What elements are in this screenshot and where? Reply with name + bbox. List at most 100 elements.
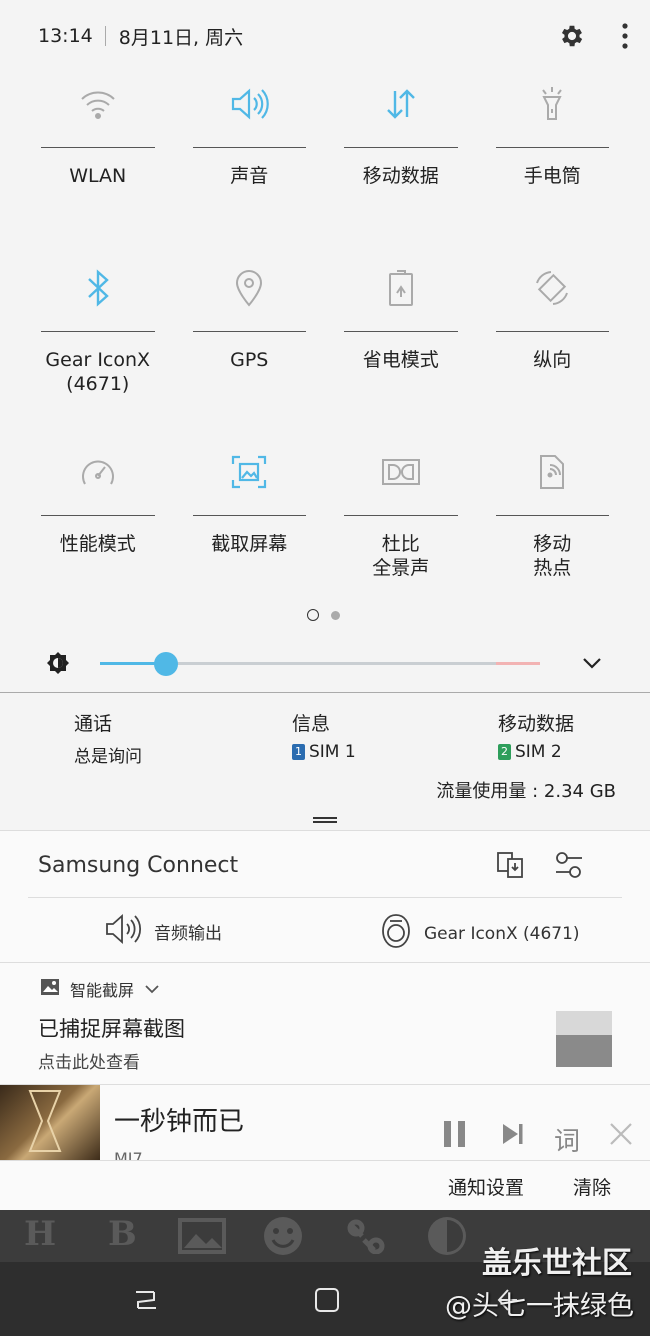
sim-data-title: 移动数据 <box>498 713 575 735</box>
settings-sliders-icon[interactable] <box>554 851 584 883</box>
album-art <box>0 1085 100 1160</box>
page-indicator <box>307 609 340 621</box>
screenshot-notification[interactable]: 智能截屏 已捕捉屏幕截图 点击此处查看 <box>0 962 650 1084</box>
screenshot-icon <box>229 452 269 492</box>
tile-divider <box>41 515 155 516</box>
sim-data[interactable]: 移动数据 2 SIM 2 <box>498 709 574 762</box>
tile-divider <box>41 147 155 148</box>
audio-output-label: 音频输出 <box>154 924 222 944</box>
sim-data-value: SIM 2 <box>515 742 562 762</box>
battery-saver-icon <box>381 268 421 308</box>
quick-panel: 13:14 8月11日, 周六 WLAN 声音 移动数据 手电筒 Gear Ic… <box>0 0 650 692</box>
bold-format-icon: B <box>108 1214 137 1254</box>
tile-bluetooth[interactable]: Gear IconX (4671) <box>22 254 174 438</box>
tile-divider <box>192 331 306 332</box>
tile-hotspot[interactable]: 移动 热点 <box>477 438 629 622</box>
tile-flashlight[interactable]: 手电筒 <box>477 70 629 254</box>
tile-divider <box>344 515 458 516</box>
chevron-down-icon[interactable] <box>580 653 604 677</box>
tile-label: 移动数据 <box>362 165 439 187</box>
tile-label: 省电模式 <box>362 349 439 371</box>
notification-app-header[interactable]: 智能截屏 <box>40 977 160 1001</box>
tile-gps[interactable]: GPS <box>174 254 326 438</box>
location-icon <box>229 268 269 308</box>
data-usage[interactable]: 流量使用量 : 2.34 GB <box>436 777 616 803</box>
tile-divider <box>344 147 458 148</box>
tile-label: 移动 热点 <box>533 533 572 579</box>
sim-message[interactable]: 信息 1 SIM 1 <box>292 709 356 762</box>
brightness-control <box>0 645 650 681</box>
status-divider <box>104 26 106 46</box>
tile-divider <box>495 331 609 332</box>
home-icon[interactable] <box>313 1286 341 1318</box>
pause-icon[interactable] <box>442 1119 468 1153</box>
tile-dolby-atmos[interactable]: 杜比 全景声 <box>325 438 477 622</box>
earbud-icon <box>380 913 412 954</box>
brightness-high-zone <box>496 662 540 665</box>
bluetooth-icon <box>78 268 118 308</box>
tile-performance-mode[interactable]: 性能模式 <box>22 438 174 622</box>
tile-label: 截取屏幕 <box>211 533 288 555</box>
tile-divider <box>41 331 155 332</box>
device-label: Gear IconX (4671) <box>424 923 580 944</box>
tile-divider <box>192 515 306 516</box>
tile-mobile-data[interactable]: 移动数据 <box>325 70 477 254</box>
speedometer-icon <box>78 452 118 492</box>
close-icon[interactable] <box>608 1119 634 1153</box>
tile-label: 杜比 全景声 <box>372 533 430 579</box>
sim2-badge: 2 <box>498 744 511 760</box>
tile-divider <box>344 331 458 332</box>
contrast-icon <box>426 1216 468 1265</box>
device-gear-iconx[interactable]: Gear IconX (4671) <box>380 913 580 954</box>
music-notification[interactable]: 一秒钟而已 MJ7 词 <box>0 1084 650 1160</box>
screenshot-thumbnail[interactable] <box>556 1011 612 1067</box>
tile-power-saving[interactable]: 省电模式 <box>325 254 477 438</box>
drag-handle[interactable] <box>313 817 337 823</box>
chevron-down-icon[interactable] <box>144 980 160 999</box>
sim-call-value: 总是询问 <box>74 747 142 767</box>
status-bar: 13:14 8月11日, 周六 <box>38 18 630 54</box>
brightness-icon <box>46 651 70 679</box>
speaker-icon <box>229 84 269 124</box>
lyrics-button[interactable]: 词 <box>554 1121 580 1158</box>
image-icon <box>178 1218 226 1263</box>
card-divider <box>28 897 622 898</box>
notification-subtitle: 点击此处查看 <box>38 1053 140 1073</box>
brightness-slider-thumb[interactable] <box>154 652 178 676</box>
tile-label: GPS <box>230 349 269 371</box>
link-icon <box>346 1218 386 1263</box>
watermark-author: @头七一抹绿色 <box>445 1291 634 1322</box>
device-sync-icon[interactable] <box>496 851 524 883</box>
tile-sound[interactable]: 声音 <box>174 70 326 254</box>
tile-orientation[interactable]: 纵向 <box>477 254 629 438</box>
watermark-title: 盖乐世社区 <box>482 1246 632 1281</box>
tile-label: WLAN <box>69 165 127 187</box>
sim-call[interactable]: 通话 总是询问 <box>74 709 142 767</box>
notification-app-name: 智能截屏 <box>70 981 135 1000</box>
notification-settings-button[interactable]: 通知设置 <box>448 1173 524 1200</box>
date: 8月11日, 周六 <box>118 26 244 49</box>
wifi-icon <box>78 84 118 124</box>
sim-manager: 通话 总是询问 信息 1 SIM 1 移动数据 2 SIM 2 流量使用量 : … <box>0 692 650 830</box>
page-dot-active[interactable] <box>307 609 319 621</box>
clear-button[interactable]: 清除 <box>573 1173 611 1200</box>
gear-icon[interactable] <box>558 22 586 50</box>
skip-next-icon[interactable] <box>500 1119 526 1153</box>
samsung-connect-card: Samsung Connect 音频输出 Gear IconX (4671) <box>0 830 650 962</box>
tile-label: 纵向 <box>533 349 572 371</box>
song-title: 一秒钟而已 <box>114 1107 245 1137</box>
sim-message-title: 信息 <box>292 713 331 735</box>
audio-output-button[interactable]: 音频输出 <box>104 913 222 950</box>
recents-icon[interactable] <box>132 1286 160 1318</box>
heading-format-icon: H <box>24 1214 57 1254</box>
hotspot-icon <box>532 452 572 492</box>
sim-message-value: SIM 1 <box>309 742 356 762</box>
image-icon <box>40 978 60 1000</box>
dolby-icon <box>381 452 421 492</box>
tile-screenshot[interactable]: 截取屏幕 <box>174 438 326 622</box>
page-dot[interactable] <box>331 610 340 620</box>
samsung-connect-title[interactable]: Samsung Connect <box>38 853 238 878</box>
quick-settings-grid: WLAN 声音 移动数据 手电筒 Gear IconX (4671) GPS 省… <box>22 70 628 622</box>
tile-wlan[interactable]: WLAN <box>22 70 174 254</box>
more-vert-icon[interactable] <box>620 22 630 50</box>
